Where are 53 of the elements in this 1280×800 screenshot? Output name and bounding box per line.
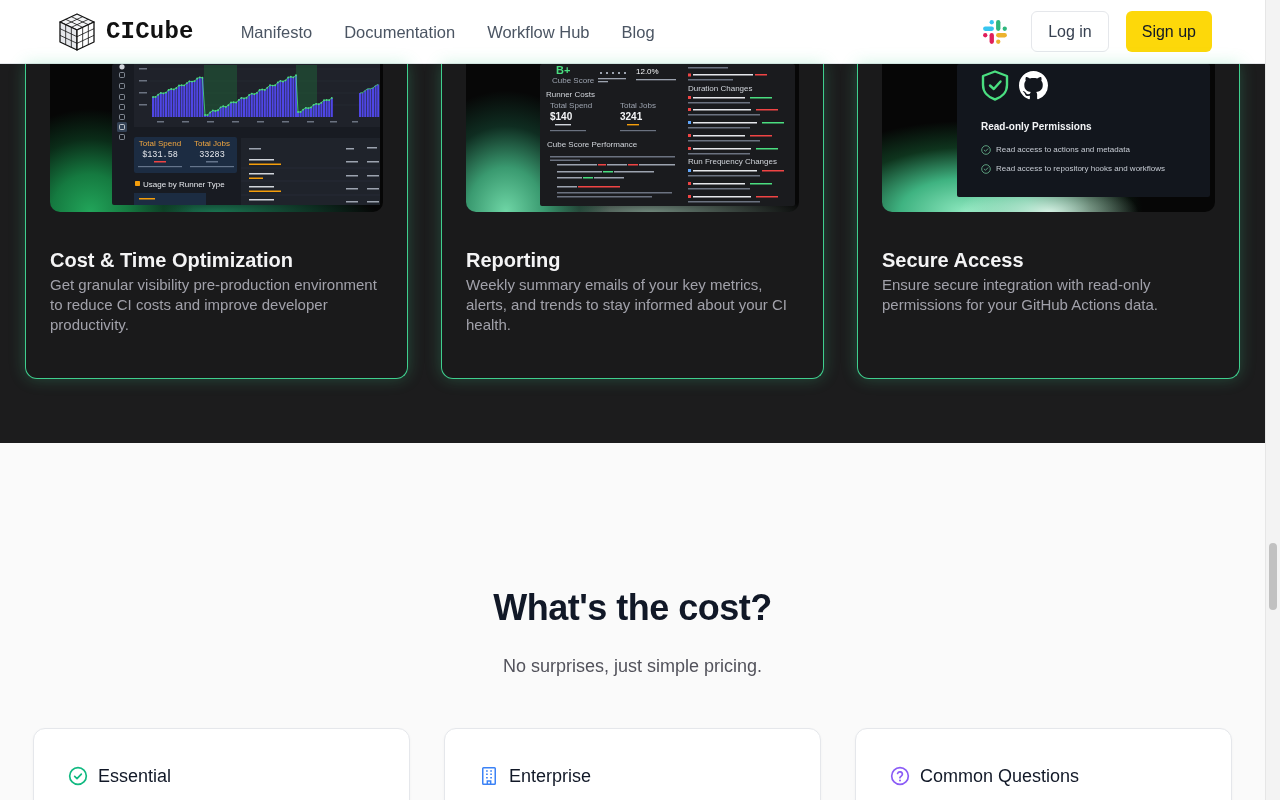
stat-label: Total Jobs: [620, 101, 657, 110]
stat-value: 3241: [620, 111, 643, 122]
permission-item: Read access to repository hooks and workflows: [996, 163, 1165, 175]
nav-link[interactable]: Blog: [621, 20, 655, 43]
feature-title: Cost & Time Optimization: [50, 248, 294, 273]
stat-value: 33283: [199, 150, 225, 160]
check-circle-icon: [981, 164, 991, 174]
section-heading: Cube Score Performance: [547, 140, 638, 149]
sidebar-icon: [119, 134, 125, 140]
stat-label: Total Spend: [550, 101, 593, 110]
cube-logo-icon[interactable]: [57, 11, 97, 52]
nav-link[interactable]: Documentation: [344, 20, 456, 43]
section-title: What's the cost?: [493, 588, 772, 628]
mini-bar-series: [359, 84, 380, 117]
score-label: Cube Score: [552, 76, 595, 85]
stat-value: $140: [550, 111, 573, 122]
stat-label: Total Jobs: [194, 139, 230, 148]
permissions-heading: Read-only Permissions: [981, 120, 1093, 134]
section-subtitle: No surprises, just simple pricing.: [502, 655, 763, 678]
brand-name[interactable]: CICube: [106, 18, 194, 45]
section-heading: Usage by Runner Type: [143, 179, 225, 189]
pricing-card-title: Common Questions: [920, 765, 1080, 788]
avatar-icon: [119, 64, 125, 70]
feature-description: Get granular visibility pre-production environment to reduce CI costs and improve developer productivity.: [50, 275, 378, 335]
highlighted-sidebar-icon: [117, 122, 127, 132]
scrollbar-thumb[interactable]: [1269, 543, 1277, 610]
login-button[interactable]: Log in: [1031, 11, 1109, 52]
feature-description: Ensure secure integration with read-only permissions for your GitHub Actions data.: [882, 275, 1159, 315]
section-heading: Duration Changes: [688, 84, 753, 93]
cat-logo-icon: [1019, 71, 1048, 100]
check-circle-icon: [981, 145, 991, 155]
scrollbar[interactable]: [1265, 0, 1280, 800]
signup-button[interactable]: Sign up: [1125, 11, 1212, 52]
nav-link[interactable]: Manifesto: [240, 20, 313, 43]
feature-description: Weekly summary emails of your key metrics, alerts, and trends to stay informed about your CI health.: [466, 275, 788, 335]
highlight-band: [204, 65, 237, 117]
section-heading: Run Frequency Changes: [688, 157, 777, 166]
y-axis-labels-drawing: [139, 68, 147, 106]
change-value: 12.0%: [636, 67, 659, 76]
feature-title: Reporting: [466, 248, 562, 273]
pricing-card-title: Enterprise: [509, 765, 592, 788]
shield-check-icon: [981, 70, 1009, 101]
nav-link[interactable]: Workflow Hub: [487, 20, 590, 43]
stat-label: Total Spend: [138, 139, 182, 148]
permission-item: Read access to actions and metadata: [996, 144, 1130, 156]
weekday-row-drawing: [598, 72, 626, 83]
hash-logo-icon[interactable]: [982, 18, 1009, 45]
stat-value: $131.58: [142, 150, 178, 160]
runner-type-panel: [134, 193, 206, 205]
section-heading: Runner Costs: [546, 90, 595, 99]
feature-title: Secure Access: [882, 248, 1025, 273]
score-grade: B+: [556, 64, 571, 76]
pricing-card-title: Essential: [98, 765, 172, 788]
